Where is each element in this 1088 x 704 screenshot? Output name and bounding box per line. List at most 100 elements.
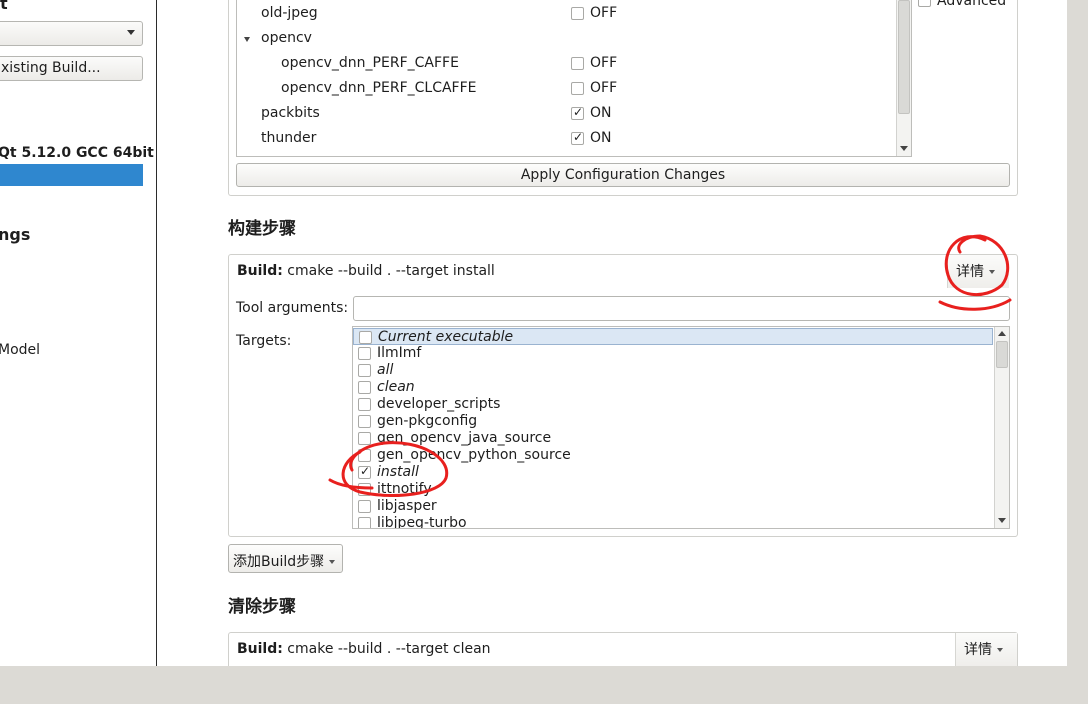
add-build-step-button[interactable]: 添加Build步骤 [228, 544, 343, 573]
chevron-down-icon [127, 30, 135, 35]
target-name: IlmImf [377, 345, 422, 361]
expand-arrow-icon[interactable] [244, 37, 250, 42]
target-item[interactable]: install [353, 464, 993, 481]
clean-step-panel: Build: cmake --build . --target clean 详情 [228, 632, 1018, 666]
target-checkbox[interactable] [358, 449, 371, 462]
target-item[interactable]: developer_scripts [353, 396, 993, 413]
build-details-label: 详情 [956, 264, 984, 280]
clean-details-button[interactable]: 详情 [955, 633, 1017, 666]
config-row[interactable]: thunder ON [237, 126, 895, 151]
config-row-value: ON [590, 130, 612, 146]
config-row-label: opencv_dnn_PERF_CAFFE [281, 55, 459, 71]
scroll-down-icon[interactable] [900, 146, 908, 151]
build-step-command: cmake --build . --target install [282, 263, 495, 279]
build-steps-title: 构建步骤 [228, 219, 296, 239]
target-name: install [377, 464, 419, 480]
sidebar-heading: t [0, 0, 8, 13]
target-checkbox[interactable] [359, 331, 372, 344]
config-row-checkbox[interactable] [571, 82, 584, 95]
clean-step-summary: Build: cmake --build . --target clean [237, 641, 491, 657]
target-item[interactable]: ittnotify [353, 481, 993, 498]
target-checkbox[interactable] [358, 464, 371, 479]
target-checkbox[interactable] [358, 347, 371, 360]
config-row[interactable]: opencv_dnn_PERF_CAFFE OFF [237, 51, 895, 76]
target-name: clean [377, 379, 415, 395]
tool-arguments-label: Tool arguments: [236, 300, 349, 316]
build-settings-window: t xisting Build... Qt 5.12.0 GCC 64bit n… [0, 0, 1067, 666]
clean-step-command: cmake --build . --target clean [282, 641, 491, 657]
target-item[interactable]: gen_opencv_java_source [353, 430, 993, 447]
target-name: gen_opencv_python_source [377, 447, 571, 463]
chevron-down-icon [329, 560, 336, 564]
target-item[interactable]: clean [353, 379, 993, 396]
build-step-header: Build: cmake --build . --target install … [229, 255, 1017, 288]
target-item[interactable]: Current executable [353, 328, 993, 345]
target-name: gen-pkgconfig [377, 413, 478, 429]
advanced-checkbox[interactable] [918, 0, 931, 7]
target-name: all [377, 362, 394, 378]
target-item[interactable]: IlmImf [353, 345, 993, 362]
clean-step-prefix: Build: [237, 641, 283, 657]
target-name: ittnotify [377, 481, 432, 497]
clean-steps-title: 清除步骤 [228, 597, 296, 617]
scrollbar-thumb[interactable] [996, 341, 1008, 368]
config-row-checkbox[interactable] [571, 130, 584, 145]
target-item[interactable]: all [353, 362, 993, 379]
projects-sidebar: t xisting Build... Qt 5.12.0 GCC 64bit n… [0, 0, 157, 666]
apply-configuration-button[interactable]: Apply Configuration Changes [236, 163, 1010, 187]
target-name: Current executable [378, 329, 514, 345]
build-details-button[interactable]: 详情 [947, 255, 1009, 288]
build-step-prefix: Build: [237, 263, 283, 279]
build-config-combo[interactable] [0, 21, 143, 46]
config-row[interactable]: opencv [237, 26, 895, 51]
target-checkbox[interactable] [358, 398, 371, 411]
target-checkbox[interactable] [358, 517, 371, 528]
target-item[interactable]: libjasper [353, 498, 993, 515]
config-tree-scrollbar[interactable] [896, 0, 911, 156]
kit-label: Qt 5.12.0 GCC 64bit [0, 145, 154, 161]
config-row-label: packbits [261, 105, 320, 121]
chevron-down-icon [989, 270, 995, 274]
target-checkbox[interactable] [358, 500, 371, 513]
sidebar-item-build-selected[interactable] [0, 164, 143, 186]
scrollbar-thumb[interactable] [898, 0, 910, 114]
config-row[interactable]: old-jpeg OFF [237, 1, 895, 26]
target-name: libjpeg-turbo [377, 515, 467, 529]
config-row-checkbox[interactable] [571, 7, 584, 20]
config-row-value: OFF [590, 55, 618, 71]
config-row-value: ON [590, 105, 612, 121]
scroll-up-icon[interactable] [998, 331, 1006, 336]
advanced-label: Advanced [937, 0, 1007, 9]
sidebar-settings-heading: ngs [0, 225, 31, 244]
scroll-down-icon[interactable] [998, 518, 1006, 523]
target-checkbox[interactable] [358, 483, 371, 496]
target-name: libjasper [377, 498, 437, 514]
config-row-label: opencv_dnn_PERF_CLCAFFE [281, 80, 477, 96]
target-item[interactable]: gen-pkgconfig [353, 413, 993, 430]
target-item[interactable]: libjpeg-turbo [353, 515, 993, 529]
config-row-label: thunder [261, 130, 317, 146]
config-row[interactable]: opencv_dnn_PERF_CLCAFFE OFF [237, 76, 895, 101]
config-row-checkbox[interactable] [571, 105, 584, 120]
cmake-config-tree: old-jpeg OFF opencv opencv_dnn_PERF_CAFFE OF… [236, 0, 912, 157]
targets-list: Current executable IlmImf all clean develope… [352, 326, 1010, 529]
config-row-checkbox[interactable] [571, 57, 584, 70]
clean-details-label: 详情 [964, 642, 992, 658]
target-name: gen_opencv_java_source [377, 430, 552, 446]
config-row-label: opencv [261, 30, 312, 46]
target-checkbox[interactable] [358, 432, 371, 445]
clean-step-header: Build: cmake --build . --target clean 详情 [229, 633, 1017, 666]
target-checkbox[interactable] [358, 364, 371, 377]
tool-arguments-input[interactable] [353, 296, 1010, 321]
target-item[interactable]: gen_opencv_python_source [353, 447, 993, 464]
add-build-step-label: 添加Build步骤 [233, 554, 325, 570]
config-row[interactable]: packbits ON [237, 101, 895, 126]
target-checkbox[interactable] [358, 415, 371, 428]
config-row-label: old-jpeg [261, 5, 318, 21]
sidebar-item-model[interactable]: Model [0, 342, 40, 358]
import-existing-build-button[interactable]: xisting Build... [0, 56, 143, 81]
chevron-down-icon [997, 648, 1003, 652]
targets-label: Targets: [236, 333, 292, 349]
target-checkbox[interactable] [358, 381, 371, 394]
targets-scrollbar[interactable] [994, 327, 1009, 528]
